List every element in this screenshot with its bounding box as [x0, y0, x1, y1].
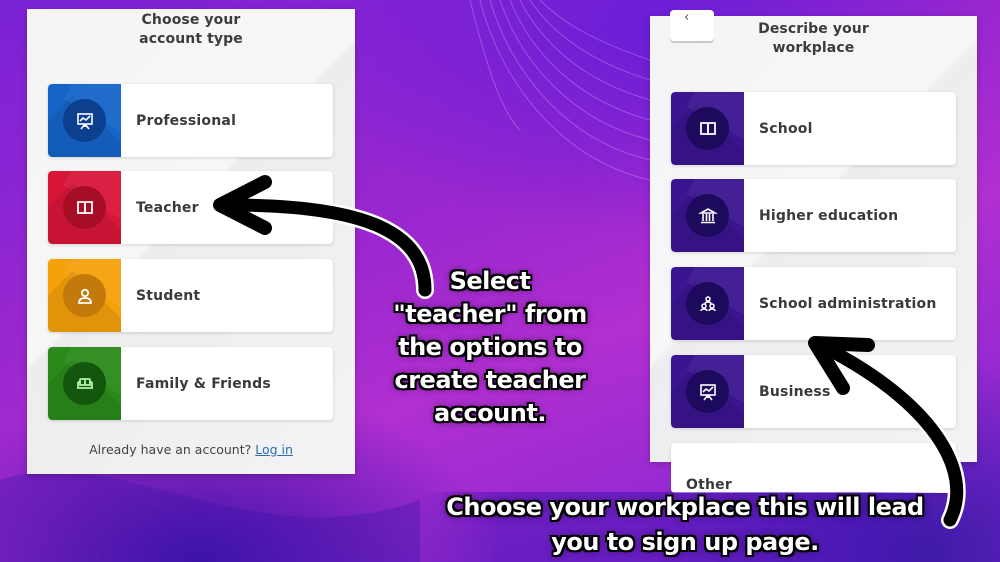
- option-label: Family & Friends: [136, 375, 271, 392]
- login-prompt-text: Already have an account?: [89, 442, 252, 457]
- option-other[interactable]: Other: [671, 443, 956, 493]
- option-label: Other: [686, 477, 732, 493]
- option-business[interactable]: Business: [671, 355, 956, 428]
- open-book-icon: [63, 186, 106, 229]
- account-type-title: Choose your account type: [139, 12, 243, 47]
- institution-icon: [686, 194, 729, 237]
- option-label: Professional: [136, 112, 237, 129]
- group-icon: [686, 282, 729, 325]
- option-label: School administration: [759, 295, 937, 312]
- workplace-title: Describe your workplace: [758, 21, 869, 56]
- option-label: Teacher: [136, 199, 199, 216]
- person-icon: [63, 274, 106, 317]
- caption-choose-workplace: Choose your workplace this will lead you…: [446, 493, 924, 556]
- option-label: School: [759, 120, 813, 137]
- login-link[interactable]: Log in: [255, 442, 293, 457]
- login-prompt-row: Already have an account? Log in: [27, 442, 355, 457]
- option-label: Student: [136, 287, 201, 304]
- option-student[interactable]: Student: [48, 259, 333, 332]
- option-label: Higher education: [759, 207, 899, 224]
- option-family-friends[interactable]: Family & Friends: [48, 347, 333, 420]
- option-label: Business: [759, 383, 831, 400]
- option-school[interactable]: School: [671, 92, 956, 165]
- account-type-panel: Choose your account type Professional Te…: [27, 9, 355, 474]
- caption-select-teacher: Select "teacher" from the options to cre…: [393, 267, 587, 427]
- workplace-panel: ‹ Describe your workplace School Higher …: [650, 10, 977, 493]
- option-higher-education[interactable]: Higher education: [671, 179, 956, 252]
- option-teacher[interactable]: Teacher: [48, 171, 333, 244]
- open-book-icon: [686, 107, 729, 150]
- option-school-administration[interactable]: School administration: [671, 267, 956, 340]
- presentation-board-icon: [686, 370, 729, 413]
- presentation-board-icon: [63, 99, 106, 142]
- sofa-icon: [63, 362, 106, 405]
- option-professional[interactable]: Professional: [48, 84, 333, 157]
